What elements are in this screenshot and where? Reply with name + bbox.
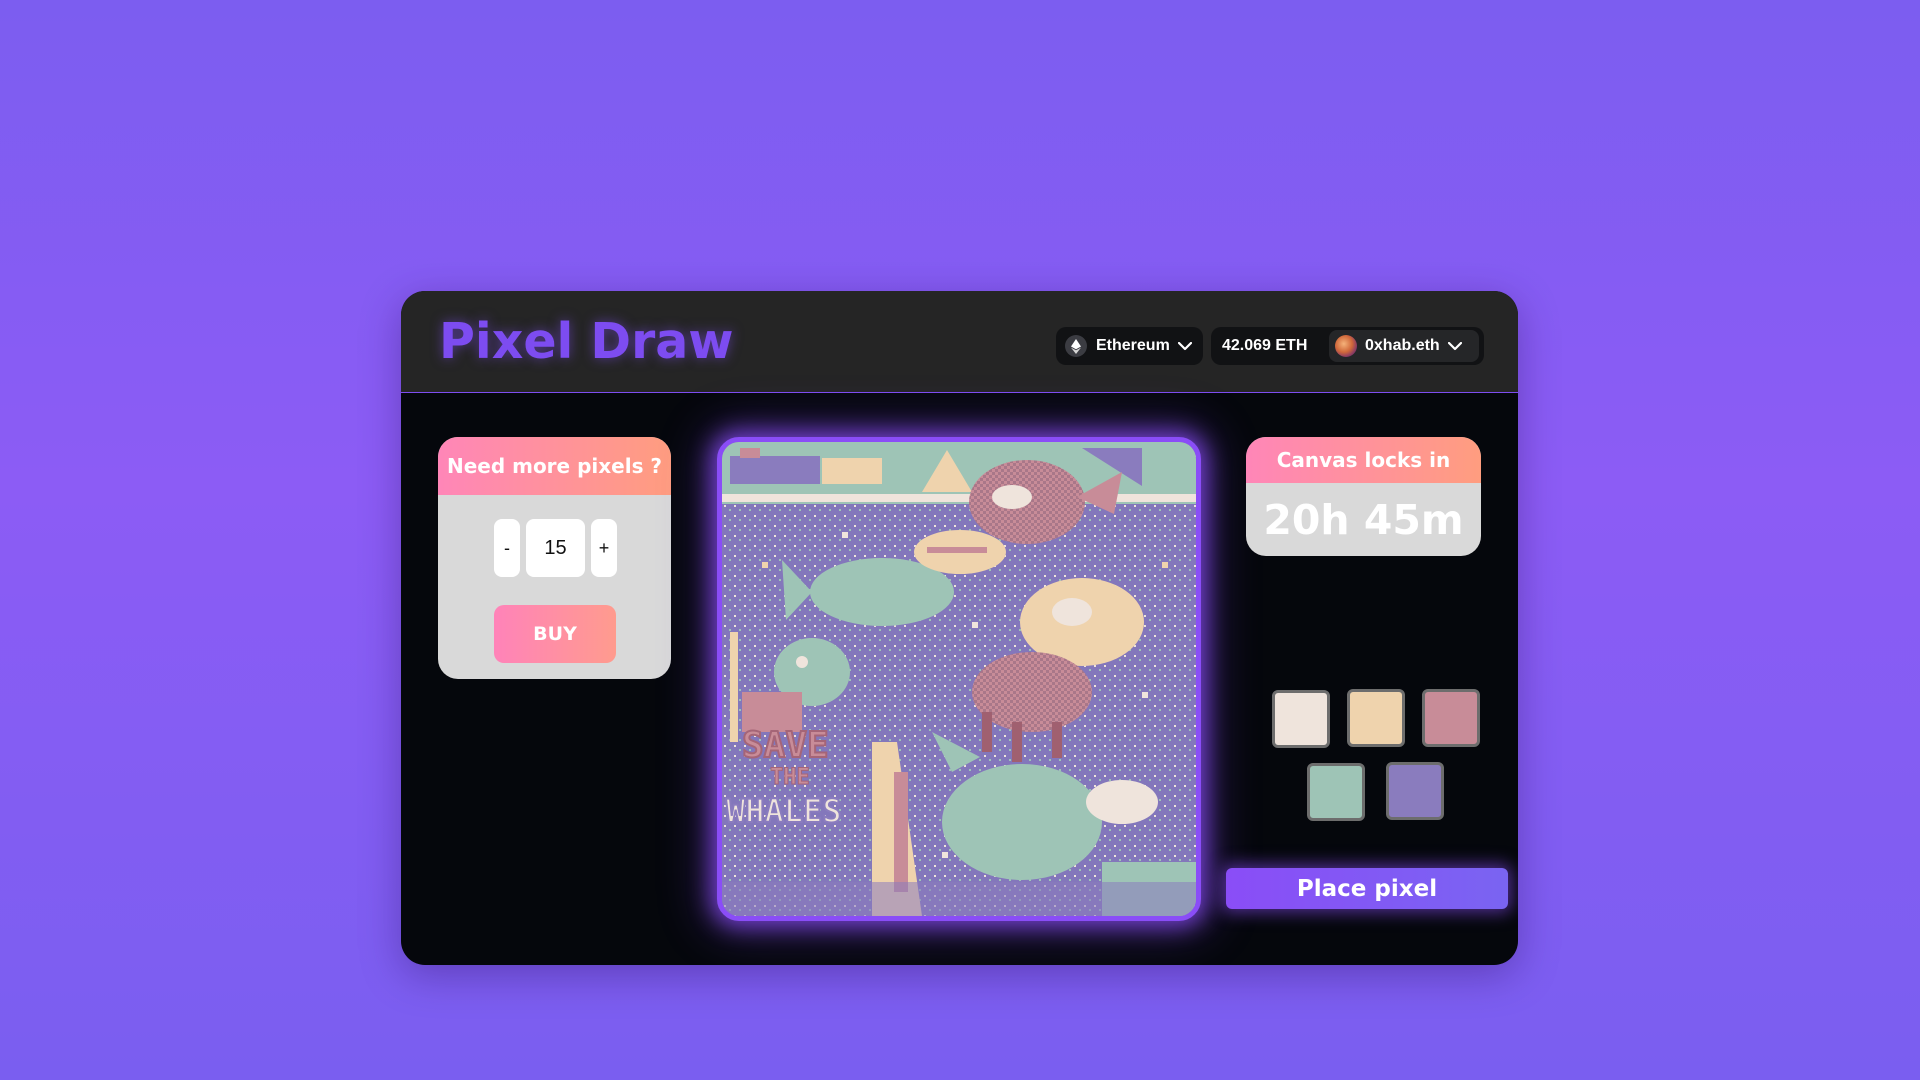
the-text: THE	[770, 765, 810, 790]
color-swatch-2[interactable]	[1347, 689, 1405, 747]
ethereum-icon	[1065, 335, 1087, 357]
wallet-pill: 42.069 ETH 0xhab.eth	[1211, 327, 1484, 365]
eth-balance: 42.069 ETH	[1222, 337, 1308, 354]
canvas-lock-timer: Canvas locks in 20h 45m	[1246, 437, 1481, 556]
network-selector[interactable]: Ethereum	[1056, 327, 1203, 365]
pixel-canvas[interactable]: SAVE THE WHALES	[717, 437, 1201, 921]
buy-pixels-card: Need more pixels ? - 15 + BUY	[438, 437, 671, 679]
avatar	[1335, 335, 1357, 357]
color-swatch-4[interactable]	[1307, 763, 1365, 821]
chevron-down-icon	[1177, 341, 1192, 351]
account-selector[interactable]: 0xhab.eth	[1329, 330, 1479, 362]
color-swatch-3[interactable]	[1422, 689, 1480, 747]
buy-button[interactable]: BUY	[494, 605, 616, 663]
buy-pixels-title: Need more pixels ?	[438, 437, 671, 495]
decrement-button[interactable]: -	[494, 519, 520, 577]
top-bar: Pixel Draw Ethereum 42.069 ETH 0xhab.eth	[401, 291, 1518, 393]
chevron-down-icon	[1447, 341, 1462, 351]
whales-text: WHALES	[726, 792, 842, 830]
pixel-artwork: SAVE THE WHALES	[722, 442, 1196, 916]
color-swatch-1[interactable]	[1272, 690, 1330, 748]
color-swatch-5[interactable]	[1386, 762, 1444, 820]
app-logo: Pixel Draw	[439, 313, 734, 370]
save-text: SAVE	[742, 725, 829, 766]
place-pixel-button[interactable]: Place pixel	[1226, 868, 1508, 909]
increment-button[interactable]: +	[591, 519, 617, 577]
quantity-input[interactable]: 15	[526, 519, 585, 577]
account-name: 0xhab.eth	[1365, 337, 1440, 354]
network-label: Ethereum	[1096, 337, 1170, 354]
app-window: Pixel Draw Ethereum 42.069 ETH 0xhab.eth	[401, 291, 1518, 965]
quantity-stepper: - 15 +	[494, 519, 617, 577]
timer-value: 20h 45m	[1263, 495, 1464, 544]
timer-title: Canvas locks in	[1246, 437, 1481, 483]
